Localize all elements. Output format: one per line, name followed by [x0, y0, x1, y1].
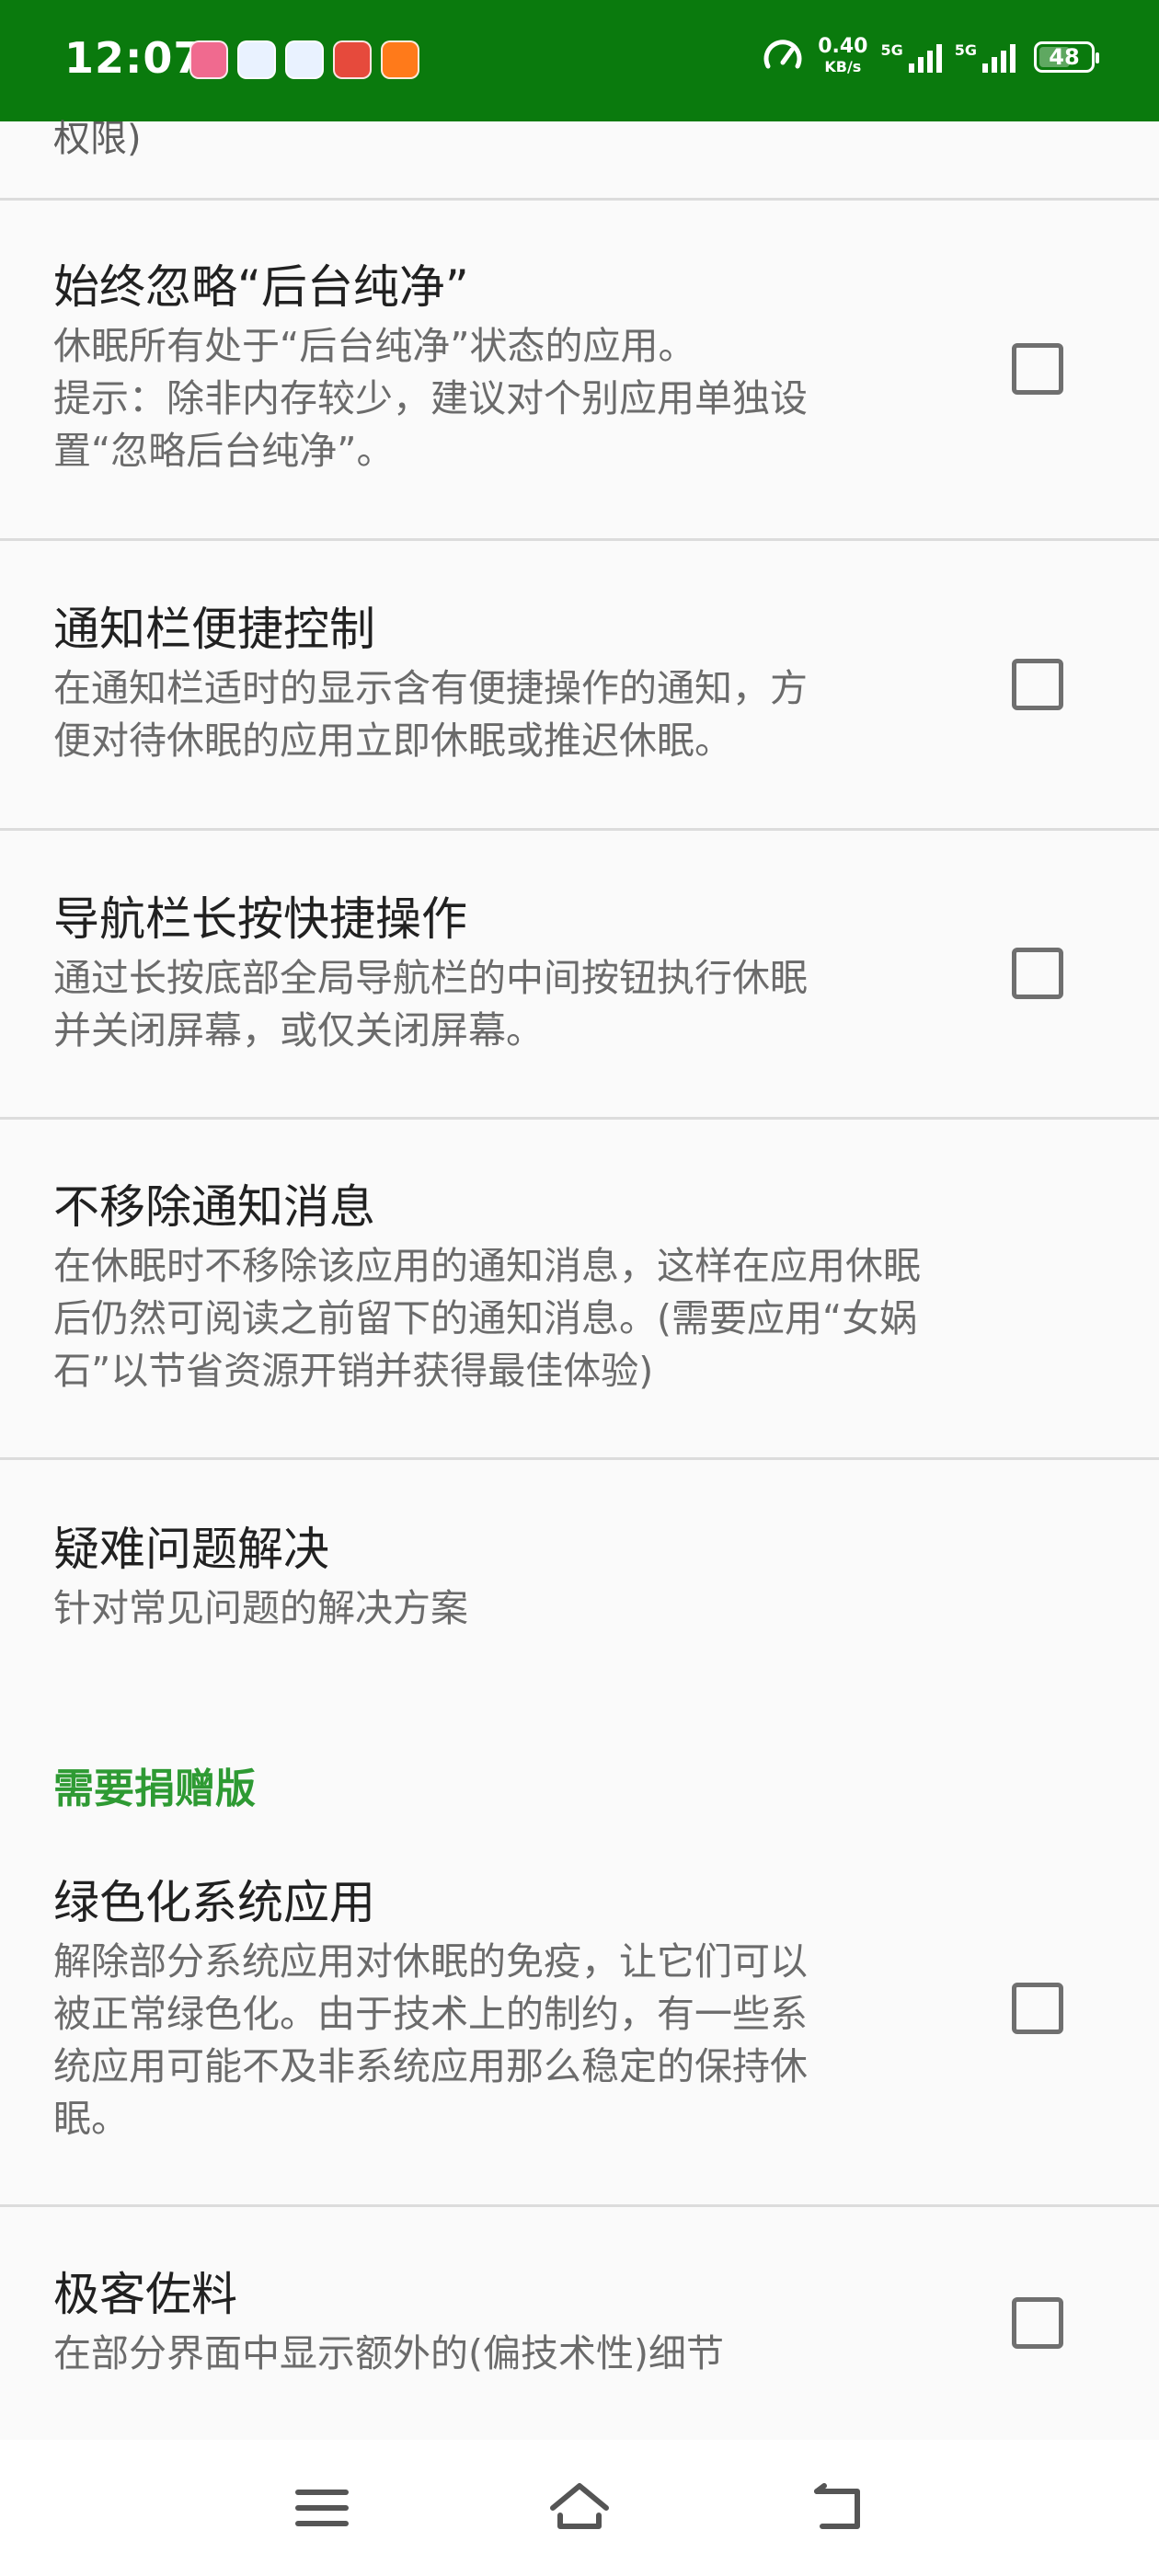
speedometer-icon: [763, 40, 802, 69]
pref-troubleshooting[interactable]: 疑难问题解决 针对常见问题的解决方案: [53, 1520, 973, 1635]
pref-notification-quick-control[interactable]: 通知栏便捷控制 在通知栏适时的显示含有便捷操作的通知，方 便对待休眠的应用立即休…: [53, 600, 973, 767]
pref-title: 通知栏便捷控制: [53, 603, 375, 656]
divider: [0, 1117, 1159, 1120]
back-button[interactable]: [800, 2471, 874, 2545]
bilibili-app-icon: [189, 40, 228, 79]
pref-summary: 在通知栏适时的显示含有便捷操作的通知，方 便对待休眠的应用立即休眠或推迟休眠。: [53, 666, 808, 763]
notification-quick-control-checkbox[interactable]: [1012, 659, 1063, 710]
pref-summary: 针对常见问题的解决方案: [53, 1586, 468, 1630]
divider: [0, 828, 1159, 831]
pref-title: 极客佐料: [53, 2268, 237, 2321]
previous-item-summary-tail: 权限): [53, 118, 142, 160]
game-app-icon: [333, 40, 372, 79]
network-speed-unit: KB/s: [824, 58, 862, 75]
orange-app-icon: [381, 40, 419, 79]
battery-icon: 48: [1034, 41, 1099, 73]
divider: [0, 1457, 1159, 1460]
always-ignore-bg-clean-checkbox[interactable]: [1012, 343, 1063, 395]
pref-summary: 通过长按底部全局导航栏的中间按钮执行休眠 并关闭屏幕，或仅关闭屏幕。: [53, 956, 808, 1052]
pref-summary: 在部分界面中显示额外的(偏技术性)细节: [53, 2331, 724, 2375]
menu-icon: [295, 2490, 349, 2526]
notification-icons: [189, 40, 419, 79]
signal-strength-1: 5G: [880, 41, 942, 73]
battery-level: 48: [1049, 44, 1080, 70]
pref-greenify-system-apps[interactable]: 绿色化系统应用 解除部分系统应用对休眠的免疫，让它们可以 被正常绿色化。由于技术…: [53, 1873, 973, 2145]
pref-title: 不移除通知消息: [53, 1180, 375, 1234]
divider: [0, 538, 1159, 541]
pref-title: 始终忽略“后台纯净”: [53, 260, 469, 314]
pref-keep-notifications[interactable]: 不移除通知消息 在休眠时不移除该应用的通知消息，这样在应用休眠 后仍然可阅读之前…: [53, 1178, 1111, 1397]
network-speed-value: 0.40: [818, 35, 868, 58]
pref-summary: 休眠所有处于“后台纯净”状态的应用。 提示：除非内存较少，建议对个别应用单独设 …: [53, 324, 808, 473]
baidu-netdisk-app-icon: [285, 40, 324, 79]
divider: [0, 2204, 1159, 2207]
menu-button[interactable]: [285, 2471, 359, 2545]
pref-geek-details[interactable]: 极客佐料 在部分界面中显示额外的(偏技术性)细节: [53, 2265, 973, 2380]
network-speed: 0.40 KB/s: [818, 37, 867, 77]
signal-strength-2: 5G: [955, 41, 1016, 73]
navbar-long-press-checkbox[interactable]: [1012, 948, 1063, 999]
pref-always-ignore-bg-clean[interactable]: 始终忽略“后台纯净” 休眠所有处于“后台纯净”状态的应用。 提示：除非内存较少，…: [53, 258, 973, 477]
pref-summary: 在休眠时不移除该应用的通知消息，这样在应用休眠 后仍然可阅读之前留下的通知消息。…: [53, 1244, 921, 1393]
category-header-donation: 需要捐赠版: [53, 1765, 256, 1812]
navigation-bar: [0, 2440, 1159, 2576]
pref-title: 绿色化系统应用: [53, 1876, 375, 1929]
signal-bars-icon: [982, 41, 1016, 73]
pref-navbar-long-press[interactable]: 导航栏长按快捷操作 通过长按底部全局导航栏的中间按钮执行休眠 并关闭屏幕，或仅关…: [53, 890, 973, 1057]
baidu-netdisk-app-icon: [237, 40, 276, 79]
pref-summary: 解除部分系统应用对休眠的免疫，让它们可以 被正常绿色化。由于技术上的制约，有一些…: [53, 1939, 808, 2141]
pref-title: 疑难问题解决: [53, 1523, 329, 1576]
status-bar: 12:07 0.40 KB/s 5G 5G 48: [0, 0, 1159, 121]
geek-details-checkbox[interactable]: [1012, 2297, 1063, 2349]
signal-type-label: 5G: [880, 41, 903, 59]
signal-type-label: 5G: [954, 41, 977, 59]
home-icon: [550, 2483, 609, 2529]
greenify-system-apps-checkbox[interactable]: [1012, 1983, 1063, 2034]
clock: 12:07: [64, 33, 204, 83]
pref-title: 导航栏长按快捷操作: [53, 892, 467, 946]
signal-bars-icon: [908, 41, 942, 73]
status-indicators: 0.40 KB/s 5G 5G 48: [761, 35, 1099, 79]
divider: [0, 198, 1159, 201]
back-icon: [814, 2483, 860, 2529]
home-button[interactable]: [543, 2471, 616, 2545]
